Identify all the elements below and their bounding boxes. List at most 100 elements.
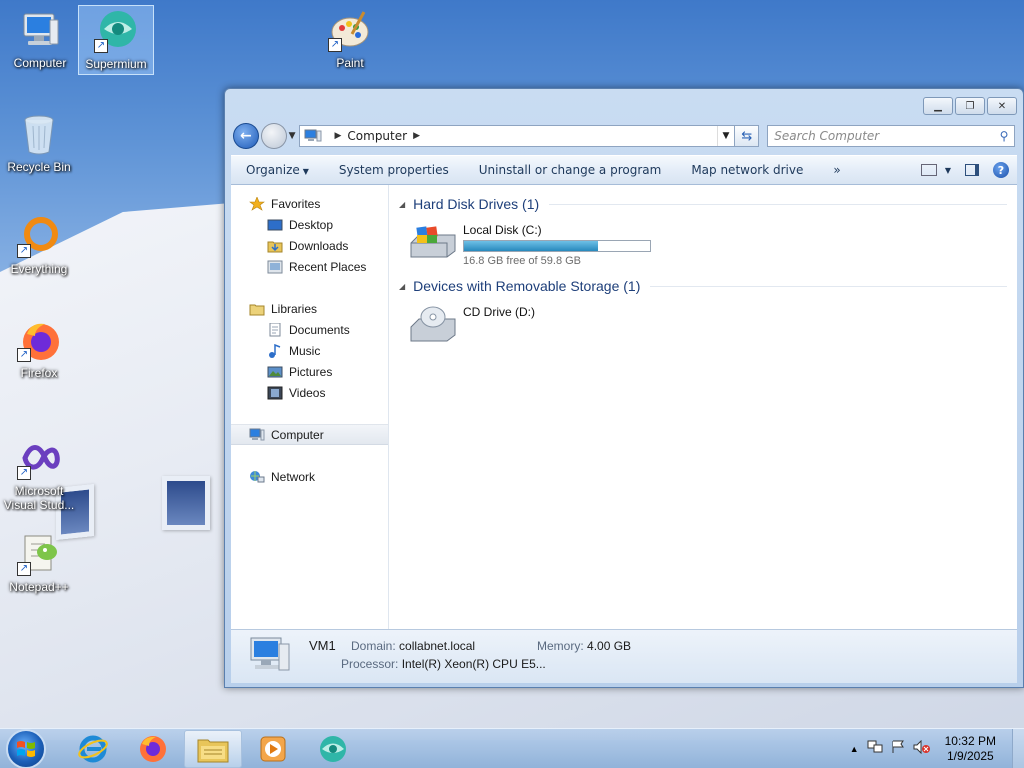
drive-local-disk-c[interactable]: Local Disk (C:) 16.8 GB free of 59.8 GB: [409, 221, 1007, 267]
processor-value: Intel(R) Xeon(R) CPU E5...: [401, 657, 546, 671]
nav-videos[interactable]: Videos: [231, 382, 388, 403]
nav-label: Music: [289, 343, 321, 358]
desktop-icon-recycle-bin[interactable]: Recycle Bin: [1, 112, 77, 174]
taskbar-firefox[interactable]: [124, 730, 182, 768]
close-button[interactable]: ✕: [987, 97, 1017, 115]
firefox-icon: [140, 735, 166, 762]
nav-music[interactable]: Music: [231, 340, 388, 361]
drive-name: Local Disk (C:): [463, 223, 542, 237]
start-button[interactable]: [6, 728, 46, 768]
explorer-window[interactable]: ▁ ❐ ✕ ← ▼ ▶ Computer ▶ ▼ ⇆ Search Comput…: [224, 88, 1024, 688]
search-icon: ⚲: [999, 129, 1009, 143]
recent-pages-dropdown[interactable]: ▼: [289, 131, 296, 141]
nav-network[interactable]: Network: [231, 466, 388, 487]
nav-recent-places[interactable]: Recent Places: [231, 256, 388, 277]
computer-name: VM1: [309, 638, 336, 653]
address-bar[interactable]: ▶ Computer ▶ ▼: [299, 125, 736, 147]
breadcrumb-separator-icon: ▶: [334, 131, 342, 141]
taskbar: ▲ 10:32 PM 1/9/2025: [0, 728, 1024, 768]
nav-label: Libraries: [271, 301, 318, 316]
map-network-drive-button[interactable]: Map network drive: [676, 163, 818, 177]
back-button[interactable]: ←: [233, 123, 259, 149]
computer-icon: [304, 129, 322, 143]
nav-libraries[interactable]: Libraries: [231, 298, 388, 319]
organize-button[interactable]: Organize ▼: [231, 163, 324, 177]
nav-label: Videos: [289, 385, 326, 400]
file-list[interactable]: ◢ Hard Disk Drives (1) Local Disk (C:) 1…: [389, 185, 1017, 629]
group-header-removable-storage[interactable]: ◢ Devices with Removable Storage (1): [399, 275, 1007, 297]
view-options-icon: [920, 164, 937, 176]
desktop-icon-visual-studio[interactable]: ↗ Microsoft Visual Stud...: [1, 436, 77, 512]
more-commands-button[interactable]: »: [818, 163, 855, 177]
nav-documents[interactable]: Documents: [231, 319, 388, 340]
nav-downloads[interactable]: Downloads: [231, 235, 388, 256]
desktop-icon: [267, 218, 283, 232]
preview-pane-button[interactable]: [965, 164, 979, 176]
network-status-icon[interactable]: [867, 740, 883, 757]
taskbar-windows-explorer[interactable]: [184, 729, 242, 768]
show-desktop-button[interactable]: [1012, 728, 1024, 768]
desktop-icon-paint[interactable]: ↗ Paint: [312, 8, 388, 70]
organize-label: Organize: [246, 163, 300, 177]
shortcut-arrow-icon: ↗: [17, 244, 31, 258]
nav-pictures[interactable]: Pictures: [231, 361, 388, 382]
shortcut-arrow-icon: ↗: [328, 38, 342, 52]
hard-drive-icon: [409, 221, 457, 261]
maximize-button[interactable]: ❐: [955, 97, 985, 115]
desktop-icon-everything[interactable]: ↗ Everything: [1, 214, 77, 276]
help-button[interactable]: ?: [993, 162, 1009, 178]
system-tray: ▲ 10:32 PM 1/9/2025: [850, 734, 1012, 764]
nav-label: Downloads: [289, 238, 349, 253]
nav-label: Favorites: [271, 196, 321, 211]
desktop-icon-label: Everything: [10, 262, 68, 276]
notepad-plus-plus-icon: ↗: [17, 532, 61, 576]
breadcrumb-separator-icon[interactable]: ▶: [413, 131, 420, 141]
address-dropdown[interactable]: ▼: [716, 126, 735, 146]
nav-desktop[interactable]: Desktop: [231, 214, 388, 235]
desktop-icon-label: Computer: [13, 56, 67, 70]
internet-explorer-icon: [78, 735, 108, 762]
libraries-icon: [249, 302, 265, 316]
domain-row: Domain: collabnet.local: [351, 639, 475, 653]
taskbar-supermium[interactable]: [304, 730, 362, 768]
window-caption-buttons: ▁ ❐ ✕: [923, 97, 1017, 115]
navigation-bar: ← ▼ ▶ Computer ▶ ▼ ⇆ Search Computer ⚲: [233, 121, 1015, 151]
search-input[interactable]: Search Computer: [774, 129, 994, 143]
refresh-icon: ⇆: [741, 128, 753, 144]
taskbar-internet-explorer[interactable]: [64, 730, 122, 768]
nav-computer[interactable]: Computer: [231, 424, 388, 445]
refresh-button[interactable]: ⇆: [735, 125, 760, 147]
recycle-bin-icon: [17, 112, 61, 156]
documents-icon: [267, 322, 283, 337]
desktop-icon-computer[interactable]: Computer: [2, 8, 78, 70]
system-properties-button[interactable]: System properties: [324, 163, 464, 177]
back-arrow-icon: ←: [240, 128, 252, 144]
shortcut-arrow-icon: ↗: [17, 348, 31, 362]
forward-button[interactable]: [260, 123, 287, 149]
search-box[interactable]: Search Computer ⚲: [767, 125, 1015, 147]
desktop-icon-firefox[interactable]: ↗ Firefox: [1, 318, 77, 380]
minimize-button[interactable]: ▁: [923, 97, 953, 115]
shortcut-arrow-icon: ↗: [17, 466, 31, 480]
paint-icon: ↗: [328, 8, 372, 52]
show-hidden-icons-button[interactable]: ▲: [850, 744, 859, 754]
drive-cd-d[interactable]: CD Drive (D:): [409, 303, 1007, 349]
domain-label: Domain:: [351, 639, 396, 653]
desktop-icon-notepad-plus-plus[interactable]: ↗ Notepad++: [1, 532, 77, 594]
processor-row: Processor: Intel(R) Xeon(R) CPU E5...: [341, 657, 546, 671]
uninstall-program-button[interactable]: Uninstall or change a program: [464, 163, 677, 177]
nav-label: Pictures: [289, 364, 333, 379]
windows-logo-icon: [17, 740, 35, 757]
breadcrumb-computer[interactable]: Computer: [347, 129, 407, 143]
action-center-flag-icon[interactable]: [891, 740, 905, 757]
drive-free-space: 16.8 GB free of 59.8 GB: [463, 255, 582, 267]
volume-muted-icon[interactable]: [913, 739, 931, 757]
change-view-button[interactable]: ▼: [920, 164, 951, 176]
taskbar-media-player[interactable]: [244, 730, 302, 768]
desktop-icon-supermium[interactable]: ↗ Supermium: [78, 5, 154, 75]
shortcut-arrow-icon: ↗: [17, 562, 31, 576]
nav-favorites[interactable]: Favorites: [231, 193, 388, 214]
group-header-hard-disk-drives[interactable]: ◢ Hard Disk Drives (1): [399, 193, 1007, 215]
navigation-pane[interactable]: Favorites Desktop Downloads Recent Place…: [231, 185, 389, 629]
clock[interactable]: 10:32 PM 1/9/2025: [939, 734, 1002, 764]
